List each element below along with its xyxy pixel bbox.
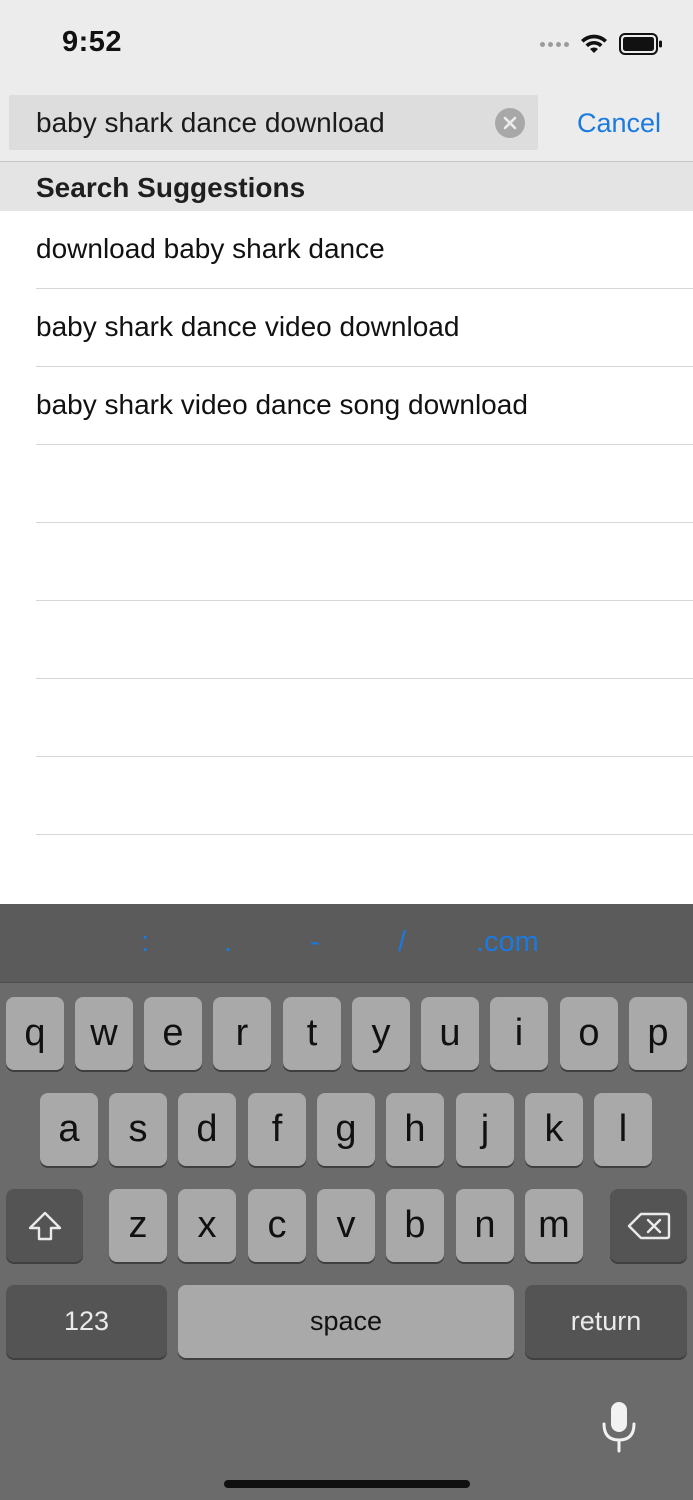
top-bar: 9:52 baby shark dance download Cancel bbox=[0, 0, 693, 161]
key-v[interactable]: v bbox=[317, 1189, 375, 1262]
key-r[interactable]: r bbox=[213, 997, 271, 1070]
keyboard: : . - / .com q w e r t y u i o p a s d f… bbox=[0, 904, 693, 1500]
section-header: Search Suggestions bbox=[0, 162, 693, 211]
clear-search-button[interactable] bbox=[495, 108, 525, 138]
key-t[interactable]: t bbox=[283, 997, 341, 1070]
key-l[interactable]: l bbox=[594, 1093, 652, 1166]
clear-icon bbox=[503, 116, 517, 130]
shortcut-slash[interactable]: / bbox=[398, 926, 406, 959]
microphone-icon bbox=[602, 1402, 636, 1453]
key-h[interactable]: h bbox=[386, 1093, 444, 1166]
empty-row bbox=[0, 757, 693, 835]
status-icons bbox=[540, 30, 663, 58]
suggestion-list: download baby shark dance baby shark dan… bbox=[0, 211, 693, 835]
key-e[interactable]: e bbox=[144, 997, 202, 1070]
cellular-signal-icon bbox=[540, 41, 569, 47]
backspace-icon bbox=[627, 1212, 670, 1239]
key-n[interactable]: n bbox=[456, 1189, 514, 1262]
key-m[interactable]: m bbox=[525, 1189, 583, 1262]
wifi-icon bbox=[581, 34, 607, 53]
key-q[interactable]: q bbox=[6, 997, 64, 1070]
section-title: Search Suggestions bbox=[36, 172, 306, 203]
cancel-button[interactable]: Cancel bbox=[577, 108, 661, 139]
key-a[interactable]: a bbox=[40, 1093, 98, 1166]
empty-row bbox=[0, 445, 693, 523]
key-j[interactable]: j bbox=[456, 1093, 514, 1166]
suggestion-item[interactable]: baby shark dance video download bbox=[0, 289, 693, 367]
suggestion-label: baby shark dance video download bbox=[36, 311, 460, 342]
shortcut-dash[interactable]: - bbox=[310, 926, 320, 959]
key-b[interactable]: b bbox=[386, 1189, 444, 1262]
key-f[interactable]: f bbox=[248, 1093, 306, 1166]
search-input[interactable]: baby shark dance download bbox=[9, 95, 538, 150]
key-s[interactable]: s bbox=[109, 1093, 167, 1166]
empty-row bbox=[0, 523, 693, 601]
key-k[interactable]: k bbox=[525, 1093, 583, 1166]
key-d[interactable]: d bbox=[178, 1093, 236, 1166]
space-key[interactable]: space bbox=[178, 1285, 514, 1358]
key-i[interactable]: i bbox=[490, 997, 548, 1070]
shift-key[interactable] bbox=[6, 1189, 83, 1262]
empty-row bbox=[0, 601, 693, 679]
key-p[interactable]: p bbox=[629, 997, 687, 1070]
battery-icon bbox=[619, 33, 662, 55]
shortcut-dotcom[interactable]: .com bbox=[476, 926, 539, 959]
shortcut-dot[interactable]: . bbox=[224, 926, 232, 959]
empty-row bbox=[0, 679, 693, 757]
search-query-text[interactable]: baby shark dance download bbox=[36, 107, 385, 139]
key-o[interactable]: o bbox=[560, 997, 618, 1070]
key-w[interactable]: w bbox=[75, 997, 133, 1070]
key-x[interactable]: x bbox=[178, 1189, 236, 1262]
shortcut-bar: : . - / .com bbox=[0, 904, 693, 983]
key-u[interactable]: u bbox=[421, 997, 479, 1070]
delete-key[interactable] bbox=[610, 1189, 687, 1262]
home-indicator bbox=[224, 1480, 470, 1488]
key-y[interactable]: y bbox=[352, 997, 410, 1070]
key-g[interactable]: g bbox=[317, 1093, 375, 1166]
key-z[interactable]: z bbox=[109, 1189, 167, 1262]
status-time: 9:52 bbox=[62, 26, 123, 58]
suggestion-item[interactable]: baby shark video dance song download bbox=[0, 367, 693, 445]
suggestion-label: download baby shark dance bbox=[36, 233, 385, 264]
numbers-key[interactable]: 123 bbox=[6, 1285, 167, 1358]
key-c[interactable]: c bbox=[248, 1189, 306, 1262]
row-separator bbox=[36, 834, 693, 835]
shift-icon bbox=[28, 1211, 61, 1240]
suggestion-label: baby shark video dance song download bbox=[36, 389, 528, 420]
dictation-button[interactable] bbox=[598, 1400, 640, 1454]
return-key[interactable]: return bbox=[525, 1285, 687, 1358]
suggestion-item[interactable]: download baby shark dance bbox=[0, 211, 693, 289]
shortcut-colon[interactable]: : bbox=[141, 926, 149, 959]
